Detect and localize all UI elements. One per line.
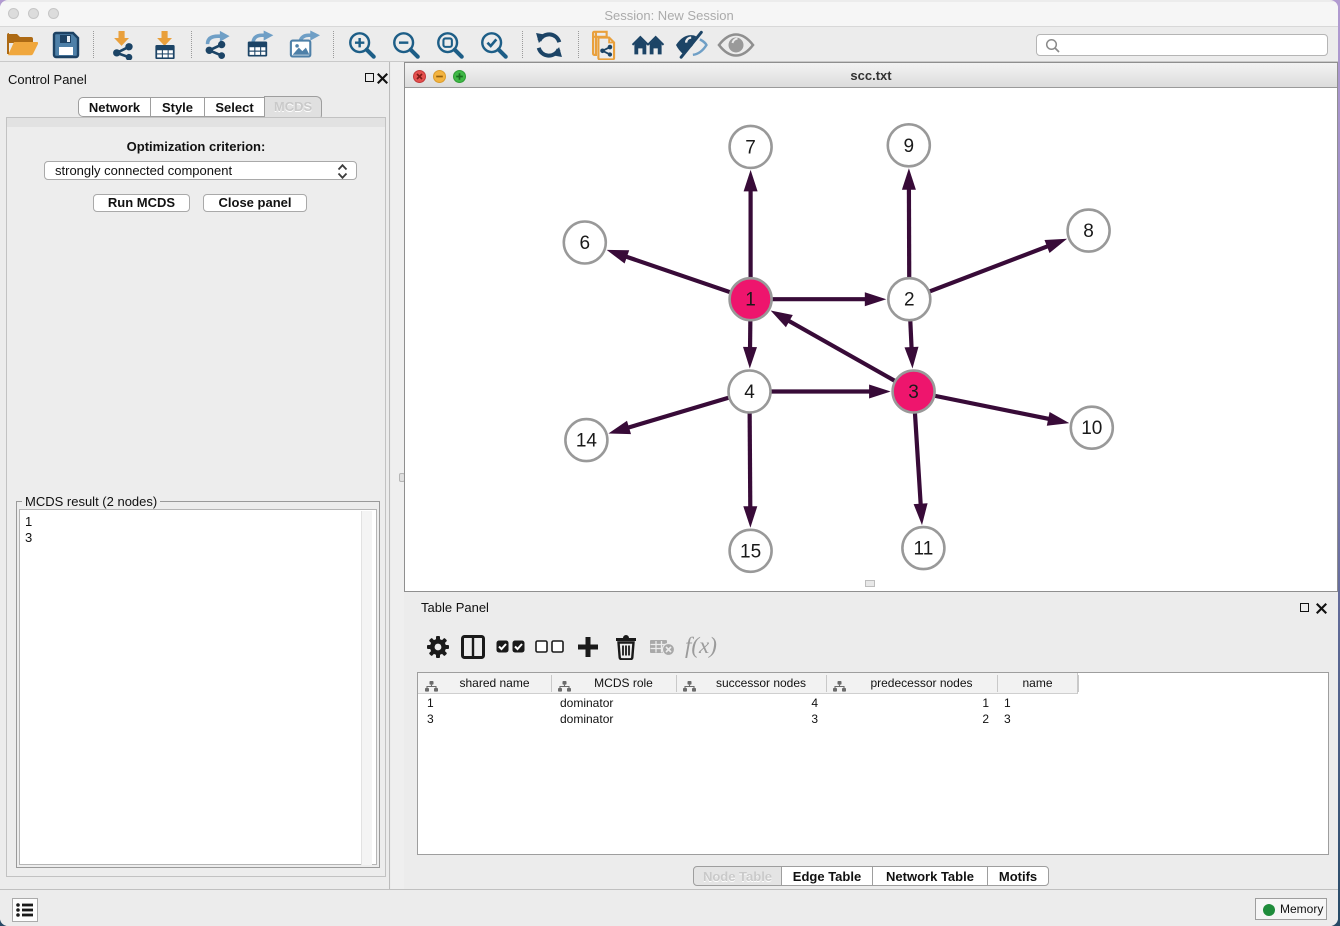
svg-text:14: 14	[576, 431, 598, 452]
svg-text:10: 10	[1081, 418, 1102, 439]
svg-text:7: 7	[745, 137, 756, 158]
svg-text:15: 15	[740, 541, 761, 562]
svg-text:6: 6	[580, 233, 591, 254]
svg-text:2: 2	[904, 290, 915, 311]
svg-text:4: 4	[744, 382, 755, 403]
svg-text:1: 1	[745, 290, 756, 311]
svg-text:11: 11	[914, 539, 934, 560]
svg-text:8: 8	[1083, 221, 1094, 242]
svg-text:9: 9	[904, 136, 915, 157]
svg-text:3: 3	[908, 382, 919, 403]
